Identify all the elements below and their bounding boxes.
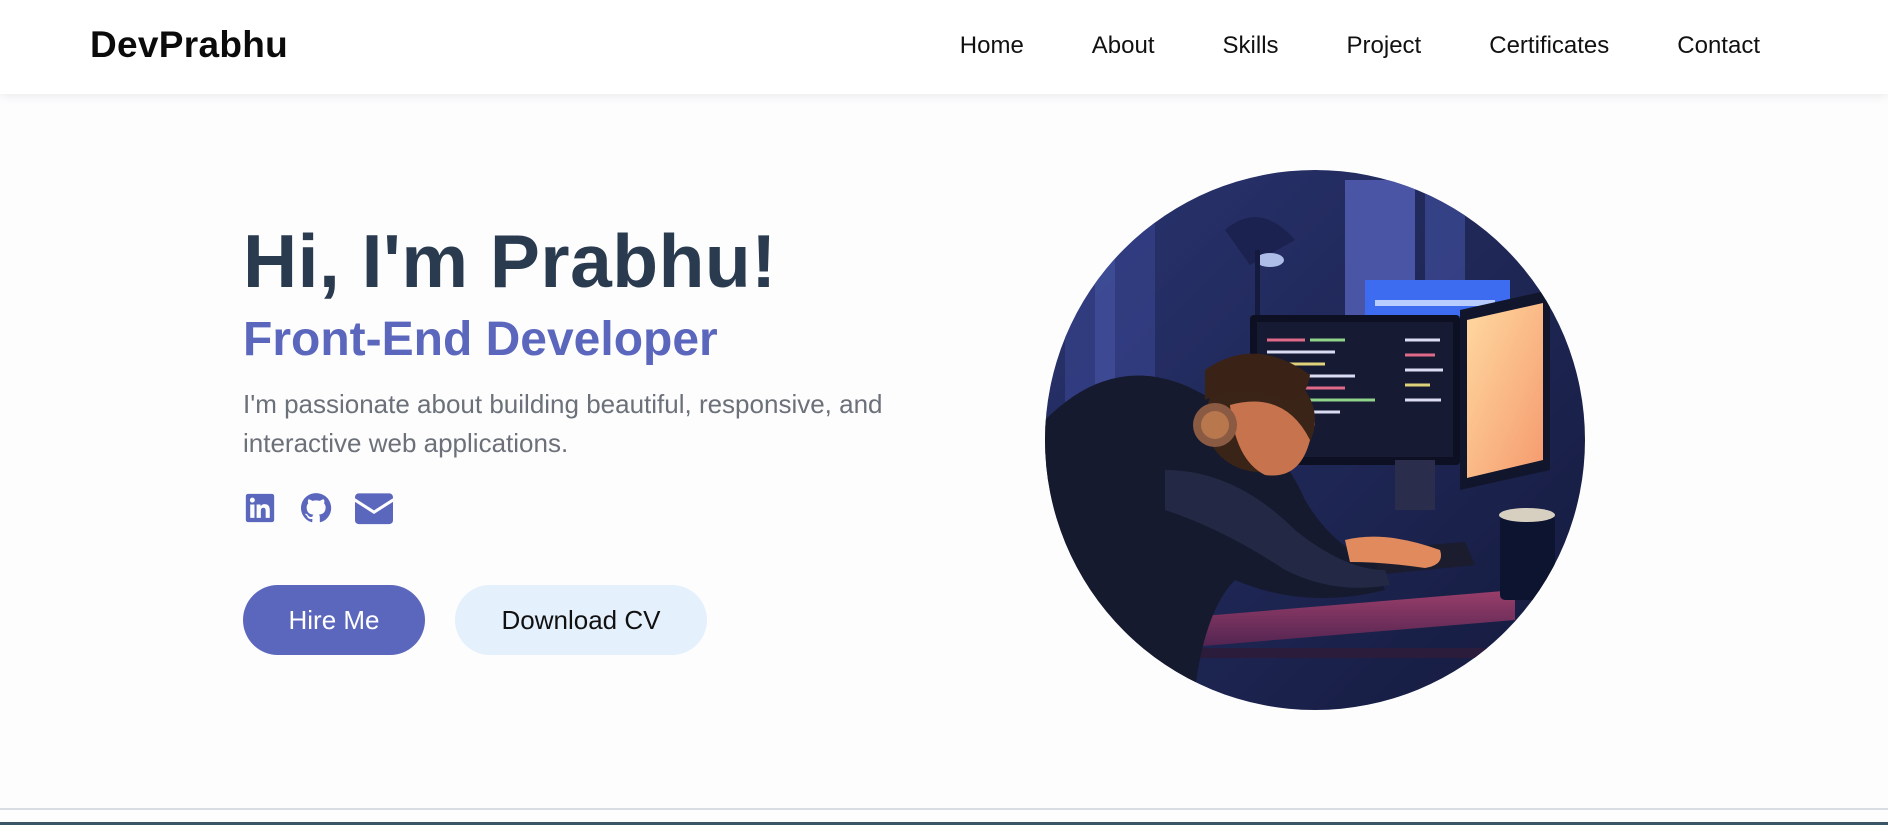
brand-logo[interactable]: DevPrabhu (90, 24, 288, 66)
mail-icon[interactable] (355, 491, 393, 525)
hire-me-button[interactable]: Hire Me (243, 585, 425, 655)
hero-role: Front-End Developer (243, 313, 718, 366)
nav-item-certificates[interactable]: Certificates (1489, 32, 1609, 60)
nav-item-project[interactable]: Project (1347, 32, 1422, 60)
github-icon[interactable] (299, 491, 333, 525)
hero-description: I'm passionate about building beautiful,… (243, 389, 883, 458)
hero-section: Hi, I'm Prabhu! Front-End Developer I'm … (243, 220, 943, 655)
navbar: DevPrabhu Home About Skills Project Cert… (0, 0, 1888, 94)
nav-item-contact[interactable]: Contact (1677, 32, 1760, 60)
nav-links: Home About Skills Project Certificates C… (960, 32, 1760, 60)
section-divider (0, 808, 1888, 810)
hero-title: Hi, I'm Prabhu! (243, 219, 777, 303)
linkedin-icon[interactable] (243, 491, 277, 525)
social-links (243, 491, 943, 525)
download-cv-button[interactable]: Download CV (455, 585, 707, 655)
developer-at-desk-illustration (1045, 170, 1585, 710)
hero-illustration (1045, 170, 1585, 710)
hero-buttons: Hire Me Download CV (243, 585, 943, 655)
nav-item-home[interactable]: Home (960, 32, 1024, 60)
nav-item-about[interactable]: About (1092, 32, 1155, 60)
nav-item-skills[interactable]: Skills (1223, 32, 1279, 60)
